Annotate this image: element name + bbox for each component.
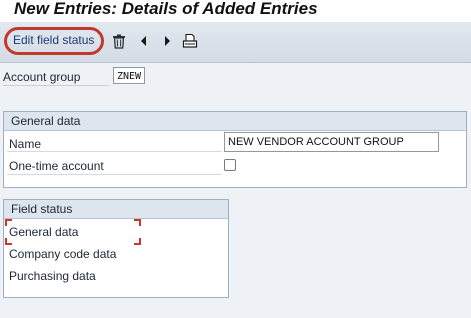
one-time-row-line (7, 174, 222, 175)
field-status-item-general-data[interactable]: General data (9, 225, 78, 239)
field-status-item-purchasing-data[interactable]: Purchasing data (9, 269, 96, 283)
general-data-header: General data (4, 112, 466, 131)
page-title: New Entries: Details of Added Entries (14, 0, 318, 18)
one-time-account-label: One-time account (9, 159, 104, 173)
application-toolbar: Edit field status (0, 22, 471, 63)
title-bar: New Entries: Details of Added Entries (0, 0, 471, 22)
name-label: Name (9, 137, 42, 151)
general-data-title: General data (11, 114, 81, 128)
previous-entry-icon[interactable] (136, 33, 152, 49)
selection-corner-top-left (5, 219, 12, 226)
name-field[interactable]: NEW VENDOR ACCOUNT GROUP (224, 132, 439, 152)
delete-icon[interactable] (111, 33, 127, 49)
account-group-label: Account group (3, 70, 81, 84)
field-status-item-company-code-data[interactable]: Company code data (9, 247, 116, 261)
selection-corner-bottom-right (134, 238, 141, 245)
name-row-line (7, 151, 222, 152)
account-group-underline (3, 85, 109, 86)
next-entry-icon[interactable] (159, 33, 175, 49)
selection-corner-top-right (134, 219, 141, 226)
account-group-field[interactable]: ZNEW (113, 67, 145, 84)
selection-corner-bottom-left (5, 238, 12, 245)
field-status-header: Field status (4, 200, 228, 219)
print-icon[interactable] (182, 33, 198, 49)
one-time-account-checkbox[interactable] (224, 159, 236, 171)
field-status-title: Field status (11, 202, 73, 216)
edit-field-status-button[interactable]: Edit field status (13, 33, 94, 47)
